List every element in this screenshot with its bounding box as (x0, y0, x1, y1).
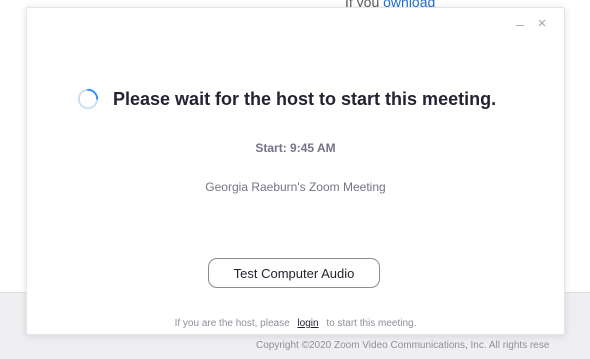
loading-spinner-icon (77, 88, 99, 110)
close-button[interactable]: × (535, 16, 549, 31)
meeting-name: Georgia Raeburn's Zoom Meeting (205, 180, 386, 194)
host-login-line: If you are the host, please login to sta… (27, 318, 564, 329)
host-login-prefix: If you are the host, please (174, 318, 290, 329)
test-computer-audio-button[interactable]: Test Computer Audio (208, 258, 380, 288)
copyright-text: Copyright ©2020 Zoom Video Communication… (256, 340, 550, 351)
waiting-for-host-dialog: – × Please wait for the host to start th… (26, 7, 565, 335)
minimize-button[interactable]: – (513, 17, 527, 31)
status-row: Please wait for the host to start this m… (77, 84, 496, 114)
host-login-suffix: to start this meeting. (326, 318, 417, 329)
meeting-start-time: Start: 9:45 AM (255, 141, 336, 155)
login-link[interactable]: login (297, 318, 318, 329)
status-title: Please wait for the host to start this m… (113, 88, 497, 109)
